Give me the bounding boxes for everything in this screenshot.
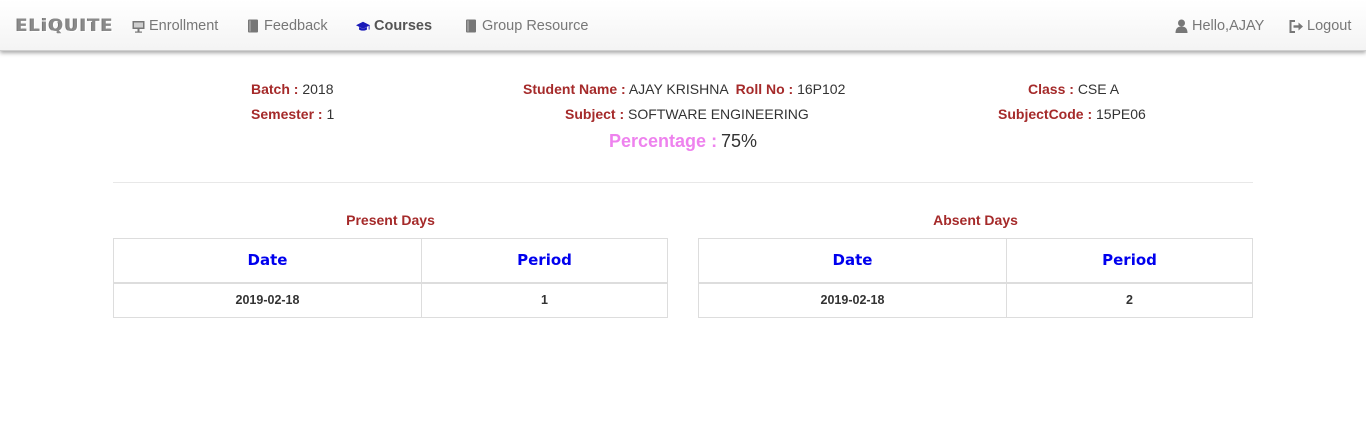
column-header-period: Period	[1006, 238, 1253, 284]
nav-item-group-resource[interactable]: Group Resource	[464, 17, 588, 35]
roll-no-value: 16P102	[797, 81, 846, 97]
date-cell: 2019-02-18	[113, 282, 422, 318]
user-greeting-label: Hello,AJAY	[1192, 18, 1265, 34]
nav-item-feedback[interactable]: Feedback	[246, 17, 328, 35]
period-cell: 1	[421, 282, 668, 318]
semester-value: 1	[326, 106, 335, 122]
class-value: CSE A	[1077, 81, 1120, 97]
brand-logo[interactable]: ELiQUITE	[16, 16, 114, 36]
subject-label: Subject :	[565, 106, 625, 122]
class-info: Class : CSE A	[1028, 81, 1119, 97]
nav-item-label: Feedback	[264, 18, 328, 34]
logout-link[interactable]: Logout	[1289, 17, 1351, 35]
nav-item-label: Courses	[374, 18, 433, 34]
subject-code-info: SubjectCode : 15PE06	[998, 106, 1146, 122]
present-days-table: Date Period 2019-02-18 1	[113, 238, 668, 318]
book-icon	[246, 19, 260, 33]
batch-info: Batch : 2018	[251, 81, 334, 97]
subject-code-label: SubjectCode :	[998, 106, 1093, 122]
nav-item-enrollment[interactable]: Enrollment	[131, 17, 218, 35]
period-cell: 2	[1006, 282, 1253, 318]
batch-label: Batch :	[251, 81, 299, 97]
logout-label: Logout	[1307, 18, 1352, 34]
column-header-period: Period	[421, 238, 668, 284]
table-row: 2019-02-18 2	[698, 282, 1253, 318]
semester-info: Semester : 1	[251, 106, 334, 122]
percentage-info: Percentage : 75%	[0, 131, 1366, 152]
column-header-date: Date	[698, 238, 1007, 284]
student-info: Student Name : AJAY KRISHNA Roll No : 16…	[523, 81, 845, 97]
table-header-row: Date Period	[113, 238, 668, 284]
chalkboard-icon	[131, 19, 145, 33]
nav-item-label: Group Resource	[482, 18, 589, 34]
date-cell: 2019-02-18	[698, 282, 1007, 318]
batch-value: 2018	[302, 81, 334, 97]
section-divider	[113, 182, 1253, 183]
user-greeting[interactable]: Hello,AJAY	[1174, 17, 1264, 35]
top-navbar: ELiQUITE Enrollment Feedback Courses Gro…	[0, 0, 1366, 51]
student-name-label: Student Name :	[523, 81, 626, 97]
logout-icon	[1289, 19, 1303, 33]
percentage-value: 75%	[720, 131, 757, 151]
percentage-label: Percentage :	[609, 131, 718, 151]
subject-code-value: 15PE06	[1096, 106, 1146, 122]
book-icon	[464, 19, 478, 33]
student-name-value: AJAY KRISHNA	[628, 81, 728, 97]
column-header-date: Date	[113, 238, 422, 284]
roll-no-label: Roll No :	[735, 81, 794, 97]
absent-days-table: Date Period 2019-02-18 2	[698, 238, 1253, 318]
user-icon	[1174, 19, 1188, 33]
subject-info: Subject : SOFTWARE ENGINEERING	[565, 106, 809, 122]
present-days-title: Present Days	[346, 212, 435, 228]
semester-label: Semester :	[251, 106, 323, 122]
table-row: 2019-02-18 1	[113, 282, 668, 318]
absent-days-title: Absent Days	[933, 212, 1018, 228]
graduation-cap-icon	[356, 19, 370, 33]
nav-item-label: Enrollment	[149, 18, 219, 34]
table-header-row: Date Period	[698, 238, 1253, 284]
nav-item-courses[interactable]: Courses	[356, 17, 432, 35]
class-label: Class :	[1028, 81, 1074, 97]
subject-value: SOFTWARE ENGINEERING	[628, 106, 809, 122]
